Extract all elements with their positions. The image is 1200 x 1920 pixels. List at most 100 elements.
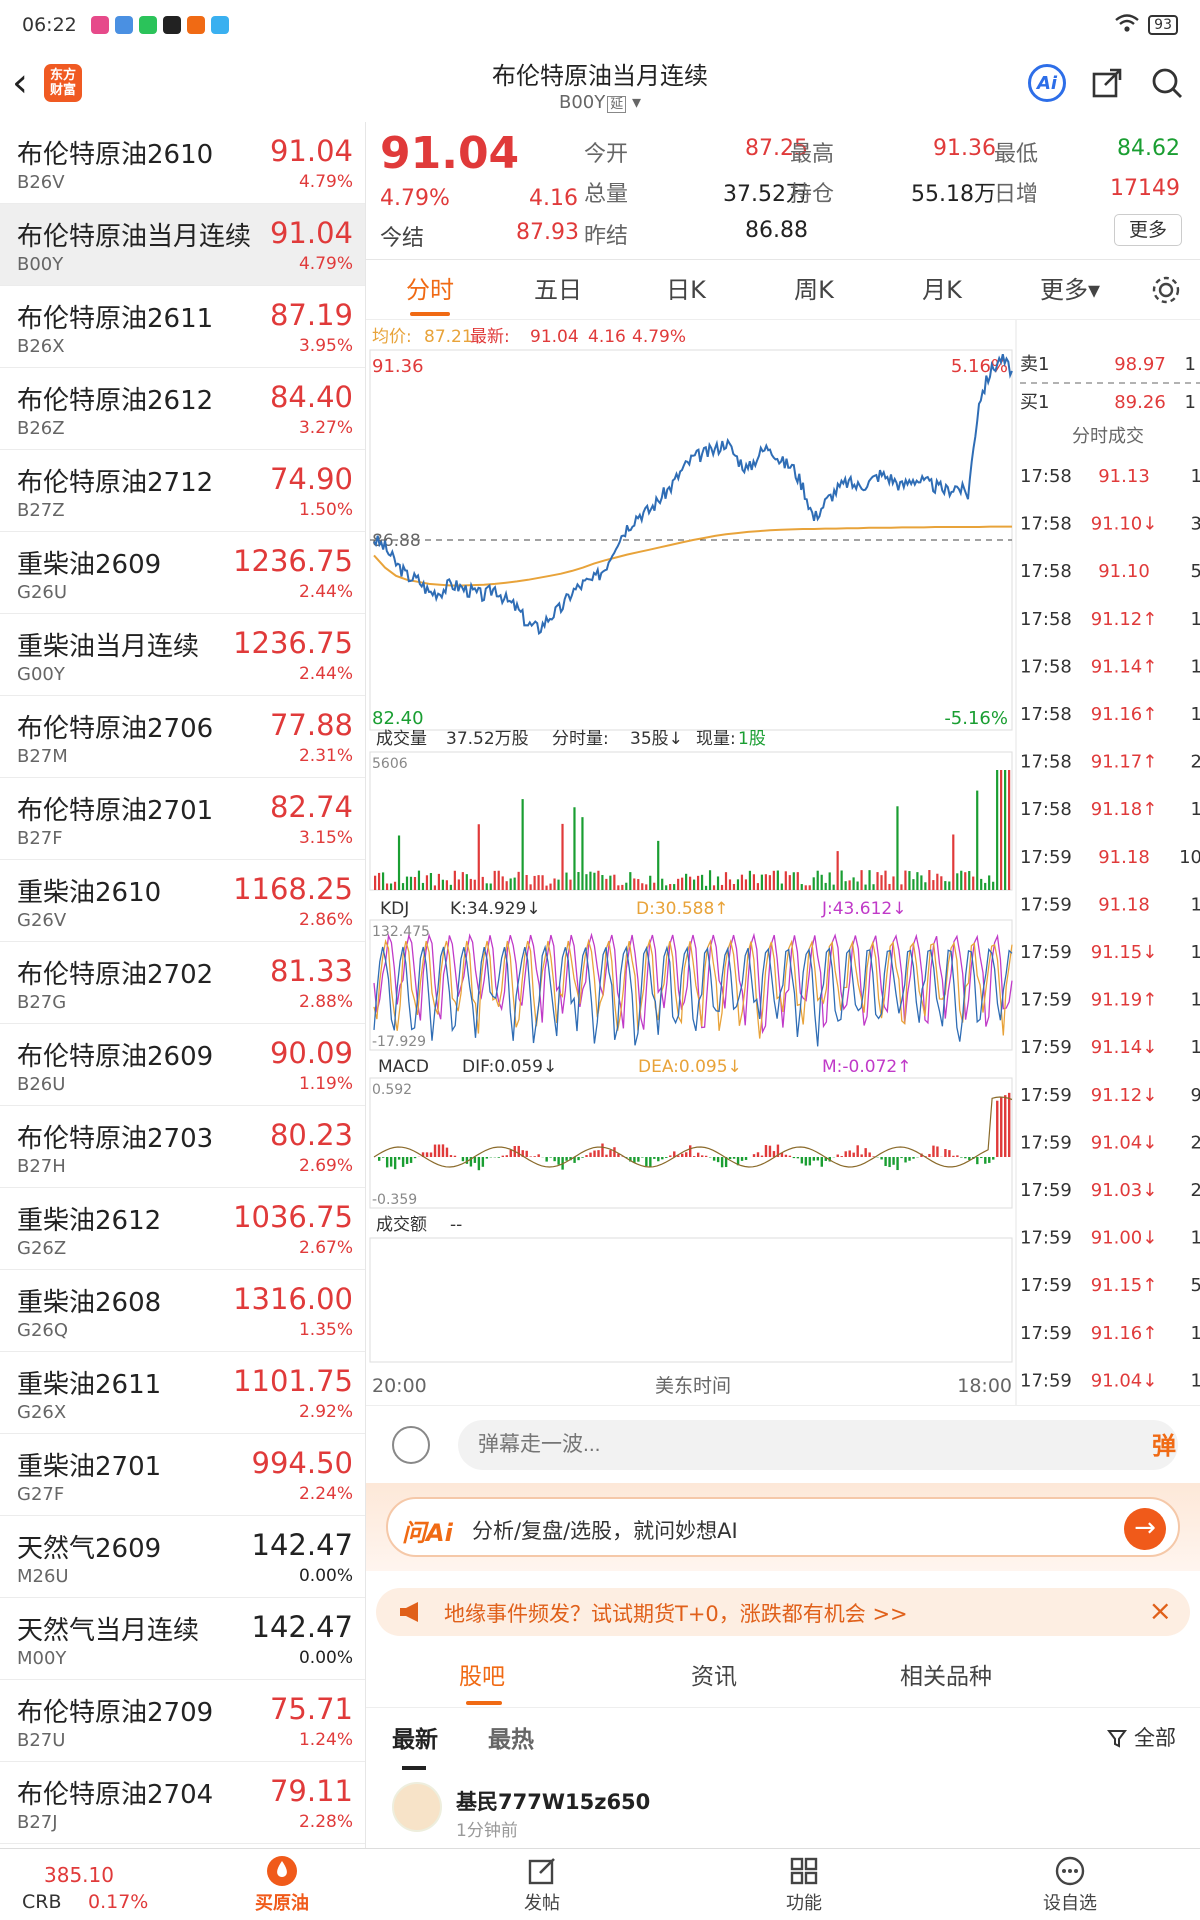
contract-row[interactable]: 布伦特原油2611 B26X 87.19 3.95% (0, 286, 365, 368)
volume-bar (980, 878, 983, 890)
contract-name: 布伦特原油2703 (17, 1124, 214, 1154)
contract-code: B27F (17, 828, 63, 849)
buy-price: 89.26 (1114, 392, 1166, 413)
chart-tab[interactable]: 日K (622, 262, 750, 318)
macd-bar (481, 1157, 485, 1167)
volume-label: 成交量 (376, 729, 427, 749)
volume-bar (577, 872, 580, 890)
contract-row[interactable]: 重柴油2612 G26Z 1036.75 2.67% (0, 1188, 365, 1270)
intraday-chart[interactable]: 均价: 87.21最新: 91.04 4.16 4.79%91.3682.405.16%… (366, 320, 1200, 1405)
nav-buy-oil[interactable]: 买原油 (222, 1855, 342, 1915)
macd-bar (732, 1157, 736, 1159)
sort-hot[interactable]: 最热 (488, 1720, 534, 1754)
contract-name: 布伦特原油2611 (17, 304, 214, 334)
contract-name: 布伦特原油当月连续 (17, 222, 252, 252)
nav-functions[interactable]: 功能 (744, 1855, 864, 1915)
macd-bar (453, 1155, 457, 1157)
filter-all-button[interactable]: 全部 (1107, 1722, 1176, 1752)
macd-bar (601, 1143, 604, 1157)
community-tab[interactable]: 股吧 (366, 1649, 598, 1705)
contract-row[interactable]: 布伦特原油当月连续 B00Y 91.04 4.79% (0, 204, 365, 286)
more-quote-button[interactable]: 更多 (1114, 214, 1182, 246)
chart-tab[interactable]: 月K (878, 262, 1006, 318)
page-subtitle[interactable]: B00Y 延 ▾ (0, 92, 1200, 113)
macd-bar (661, 1157, 664, 1160)
post-item[interactable]: 基民777W15z650 1分钟前 (366, 1772, 1200, 1848)
comment-icon[interactable] (392, 1426, 430, 1464)
volume-bar (573, 807, 576, 890)
contract-row[interactable]: 布伦特原油2704 B27J 79.11 2.28% (0, 1762, 365, 1844)
macd-bar (716, 1157, 720, 1163)
tick-time: 17:59 (1020, 1180, 1072, 1201)
close-icon[interactable]: × (1149, 1594, 1172, 1627)
contract-row[interactable]: 重柴油2608 G26Q 1316.00 1.35% (0, 1270, 365, 1352)
contract-price: 77.88 (269, 708, 353, 742)
danmu-button[interactable]: 弹 (1152, 1426, 1176, 1461)
community-tab[interactable]: 相关品种 (830, 1649, 1062, 1705)
contract-percent: 1.50% (298, 500, 353, 520)
contract-price: 142.47 (251, 1610, 353, 1644)
share-icon[interactable] (1088, 64, 1126, 102)
contract-percent: 4.79% (298, 254, 353, 274)
volume-bar (1004, 770, 1007, 890)
macd-bar (461, 1157, 465, 1162)
notice-text[interactable]: 地缘事件频发？试试期货T+0，涨跌都有机会 >> (444, 1598, 908, 1628)
macd-bar (976, 1157, 979, 1165)
volume-bar (908, 871, 911, 890)
post-username[interactable]: 基民777W15z650 (456, 1786, 650, 1816)
contract-price: 87.19 (269, 298, 353, 332)
avatar[interactable] (392, 1782, 442, 1832)
search-icon[interactable] (1148, 64, 1186, 102)
contract-row[interactable]: 布伦特原油2612 B26Z 84.40 3.27% (0, 368, 365, 450)
nav-add-watchlist[interactable]: 设自选 (1010, 1855, 1130, 1915)
volume-bar (437, 873, 440, 890)
contract-row[interactable]: 重柴油2610 G26V 1168.25 2.86% (0, 860, 365, 942)
tick-price: 91.00↓ (1091, 1228, 1158, 1249)
latest-value: 91.04 (530, 327, 579, 347)
volume-bar (445, 880, 448, 890)
contract-row[interactable]: 布伦特原油2609 B26U 90.09 1.19% (0, 1024, 365, 1106)
settings-gear-icon[interactable] (1150, 274, 1182, 306)
contract-row[interactable]: 重柴油当月连续 G00Y 1236.75 2.44% (0, 614, 365, 696)
contract-row[interactable]: 布伦特原油2709 B27U 75.71 1.24% (0, 1680, 365, 1762)
tick-price: 91.15↓ (1091, 942, 1158, 963)
tick-time: 17:58 (1020, 514, 1072, 535)
amount-panel-frame (369, 1237, 1013, 1363)
macd-bar (864, 1148, 867, 1157)
contract-row[interactable]: 布伦特原油2703 B27H 80.23 2.69% (0, 1106, 365, 1188)
macd-bar (852, 1152, 855, 1157)
contract-row[interactable]: 布伦特原油2702 B27G 81.33 2.88% (0, 942, 365, 1024)
volume-total: 37.52万股 (446, 729, 529, 749)
ai-go-arrow-icon[interactable]: → (1124, 1508, 1166, 1550)
contract-row[interactable]: 布伦特原油2701 B27F 82.74 3.15% (0, 778, 365, 860)
macd-bar (816, 1157, 820, 1161)
volume-bar (374, 875, 377, 890)
volume-bar (481, 876, 484, 890)
contract-row[interactable]: 重柴油2611 G26X 1101.75 2.92% (0, 1352, 365, 1434)
contract-row[interactable]: 布伦特原油2712 B27Z 74.90 1.50% (0, 450, 365, 532)
volume-bar (760, 874, 763, 890)
contract-row[interactable]: 重柴油2701 G27F 994.50 2.24% (0, 1434, 365, 1516)
chart-tab[interactable]: 分时 (366, 262, 494, 318)
volume-bar (920, 875, 923, 890)
page-title[interactable]: 布伦特原油当月连续 (0, 56, 1200, 91)
chart-tab[interactable]: 五日 (494, 262, 622, 318)
ai-ask-box[interactable]: 问Ai 分析/复盘/选股，就问妙想AI → (386, 1497, 1180, 1557)
chart-tab[interactable]: 更多▾ (1006, 262, 1134, 318)
nav-post[interactable]: 发帖 (482, 1855, 602, 1915)
ai-icon[interactable]: Ai (1028, 64, 1066, 102)
promo-notice[interactable]: 地缘事件频发？试试期货T+0，涨跌都有机会 >> × (376, 1588, 1190, 1636)
danmu-input[interactable] (458, 1420, 1178, 1470)
contract-row[interactable]: 布伦特原油2706 B27M 77.88 2.31% (0, 696, 365, 778)
contract-row[interactable]: 天然气当月连续 M00Y 142.47 0.00% (0, 1598, 365, 1680)
contract-code: M26U (17, 1566, 69, 1587)
contract-row[interactable]: 天然气2609 M26U 142.47 0.00% (0, 1516, 365, 1598)
volume-bar (952, 834, 955, 890)
contract-price: 91.04 (269, 134, 353, 168)
chart-tab[interactable]: 周K (750, 262, 878, 318)
sort-latest[interactable]: 最新 (392, 1720, 438, 1770)
community-tab[interactable]: 资讯 (598, 1649, 830, 1705)
contract-row[interactable]: 布伦特原油2610 B26V 91.04 4.79% (0, 122, 365, 204)
contract-row[interactable]: 重柴油2609 G26U 1236.75 2.44% (0, 532, 365, 614)
volume-bar (948, 881, 951, 890)
